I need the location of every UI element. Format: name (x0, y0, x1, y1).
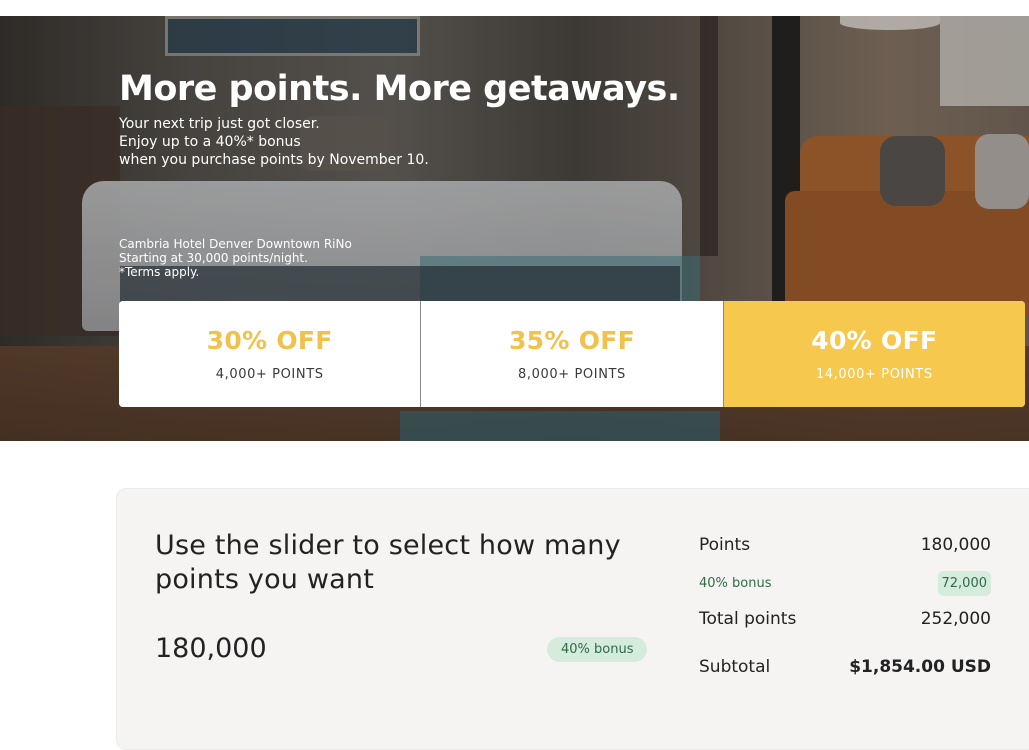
hero-banner: More points. More getaways. Your next tr… (0, 16, 1029, 441)
bonus-value: 72,000 (937, 570, 991, 596)
offer-points: 8,000+ POINTS (518, 367, 626, 382)
bonus-label: 40% bonus (699, 575, 772, 591)
offer-35-off[interactable]: 35% OFF 8,000+ POINTS (421, 301, 724, 407)
offer-30-off[interactable]: 30% OFF 4,000+ POINTS (119, 301, 422, 407)
hero-subtitle-line: Your next trip just got closer. (119, 116, 320, 132)
total-points-value: 252,000 (920, 609, 991, 629)
order-summary: Points 180,000 40% bonus 72,000 Total po… (699, 533, 991, 679)
offer-points: 4,000+ POINTS (215, 367, 324, 382)
points-calculator: Use the slider to select how many points… (116, 488, 1029, 750)
selected-points-value: 180,000 (155, 633, 267, 664)
offer-discount: 35% OFF (508, 326, 636, 355)
calculator-title: Use the slider to select how many points… (155, 530, 621, 595)
subtotal-value: $1,854.00 USD (849, 657, 991, 677)
hero-subtitle-line: Enjoy up to a 40%* bonus (119, 134, 301, 150)
hero-title: More points. More getaways. (119, 69, 680, 109)
points-value: 180,000 (920, 535, 991, 555)
offer-selector: 30% OFF 4,000+ POINTS 35% OFF 8,000+ POI… (119, 301, 1025, 407)
hotel-caption-rate: Starting at 30,000 points/night. (119, 251, 308, 265)
total-points-label: Total points (699, 609, 797, 629)
summary-row-points: Points 180,000 (699, 533, 991, 557)
summary-row-subtotal: Subtotal $1,854.00 USD (699, 655, 991, 679)
offer-40-off[interactable]: 40% OFF 14,000+ POINTS (723, 301, 1025, 407)
hero-subtitle: Your next trip just got closer. Enjoy up… (119, 115, 539, 169)
summary-row-total: Total points 252,000 (699, 607, 991, 631)
bonus-badge: 40% bonus (547, 637, 648, 662)
offer-discount: 30% OFF (206, 326, 333, 355)
hotel-caption-name: Cambria Hotel Denver Downtown RiNo (119, 237, 352, 251)
hotel-caption-terms: *Terms apply. (119, 265, 200, 279)
hero-subtitle-line: when you purchase points by November 10. (119, 152, 429, 168)
summary-row-bonus: 40% bonus 72,000 (699, 569, 991, 597)
offer-points: 14,000+ POINTS (815, 367, 933, 382)
hotel-caption: Cambria Hotel Denver Downtown RiNo Start… (119, 237, 352, 279)
offer-discount: 40% OFF (811, 326, 938, 355)
top-bar (0, 0, 1029, 16)
points-label: Points (699, 535, 751, 555)
subtotal-label: Subtotal (699, 657, 771, 677)
